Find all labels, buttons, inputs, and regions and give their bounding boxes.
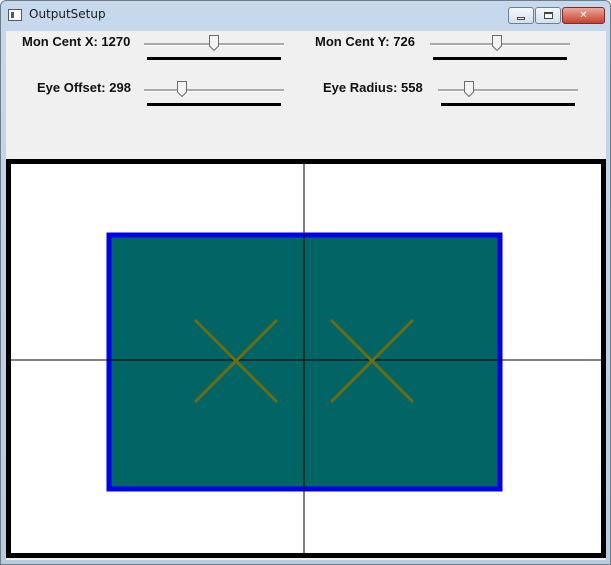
eye-radius-slider[interactable] bbox=[438, 79, 578, 106]
slider-thumb[interactable] bbox=[464, 81, 474, 97]
window-title: OutputSetup bbox=[29, 7, 106, 21]
client-area: Mon Cent X: 1270 Mon Cent Y: 726 Eye Off… bbox=[6, 31, 606, 560]
eye-radius-label: Eye Radius: 558 bbox=[323, 80, 423, 95]
preview-canvas[interactable] bbox=[6, 159, 606, 558]
maximize-icon bbox=[543, 12, 553, 19]
caption-buttons: ✕ bbox=[507, 7, 605, 24]
close-icon: ✕ bbox=[579, 10, 588, 21]
slider-thumb[interactable] bbox=[492, 35, 503, 51]
minimize-button[interactable] bbox=[508, 7, 534, 24]
slider-track bbox=[438, 89, 578, 92]
slider-underline bbox=[147, 103, 281, 106]
close-button[interactable]: ✕ bbox=[562, 7, 605, 24]
mon-cent-y-label: Mon Cent Y: 726 bbox=[315, 34, 415, 49]
app-icon[interactable] bbox=[8, 9, 22, 21]
mon-cent-x-slider[interactable] bbox=[144, 33, 284, 60]
slider-underline bbox=[433, 57, 567, 60]
slider-underline bbox=[147, 57, 281, 60]
maximize-button[interactable] bbox=[535, 7, 561, 24]
minimize-icon bbox=[517, 16, 525, 20]
eye-offset-label: Eye Offset: 298 bbox=[37, 80, 131, 95]
slider-track bbox=[144, 89, 284, 92]
slider-thumb[interactable] bbox=[209, 35, 219, 51]
output-setup-window: OutputSetup ✕ Mon Cent X: 1270 Mon Cent … bbox=[0, 0, 611, 565]
slider-underline bbox=[441, 103, 575, 106]
preview-drawing bbox=[11, 164, 601, 553]
mon-cent-y-slider[interactable] bbox=[430, 33, 570, 60]
mon-cent-x-label: Mon Cent X: 1270 bbox=[22, 34, 131, 49]
title-bar[interactable]: OutputSetup ✕ bbox=[1, 1, 610, 31]
slider-thumb[interactable] bbox=[176, 81, 187, 97]
eye-offset-slider[interactable] bbox=[144, 79, 284, 106]
